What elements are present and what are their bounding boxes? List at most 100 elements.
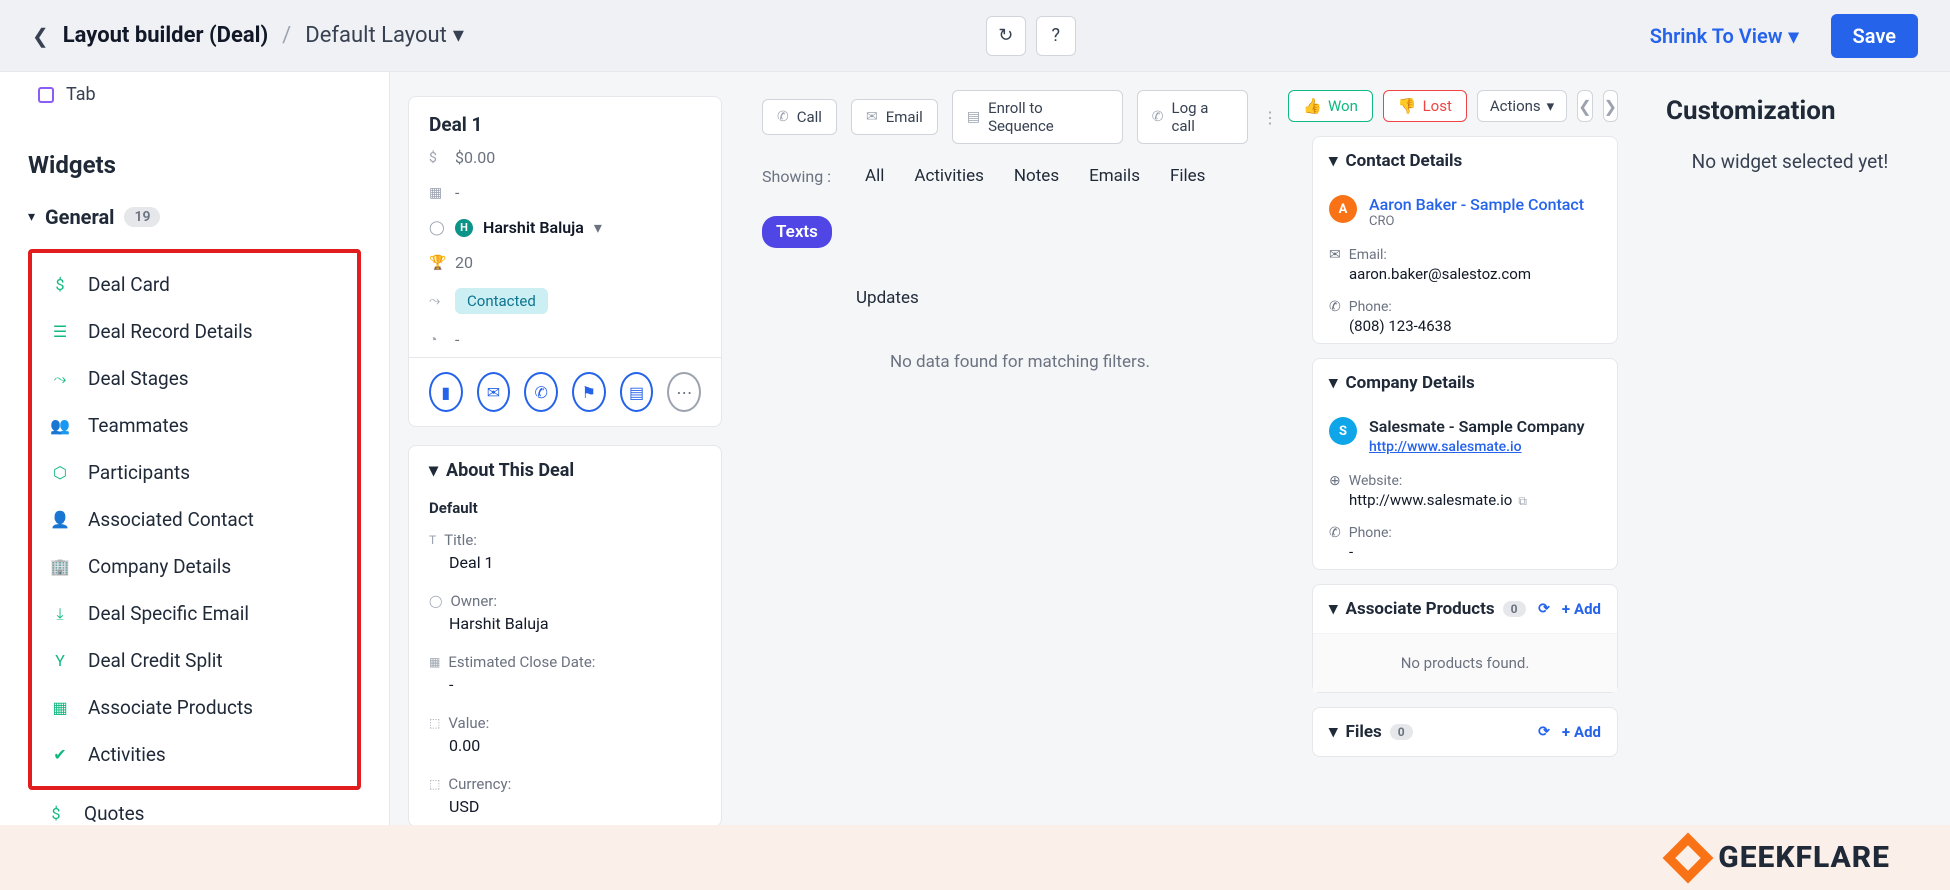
- widget-deal-stages[interactable]: ⤳ Deal Stages: [32, 355, 357, 402]
- widget-deal-record-details[interactable]: ☰Deal Record Details: [32, 308, 357, 355]
- tab-updates[interactable]: Updates: [856, 288, 1278, 308]
- files-heading[interactable]: ▾ Files 0 ⟳ + Add: [1313, 708, 1617, 756]
- customization-panel: Customization No widget selected yet!: [1630, 72, 1950, 825]
- tab-texts[interactable]: Texts: [762, 216, 832, 248]
- refresh-icon[interactable]: ⟳: [1538, 601, 1550, 617]
- enroll-sequence-button[interactable]: ▤Enroll to Sequence: [952, 90, 1123, 144]
- layout-dropdown[interactable]: Default Layout ▾: [305, 23, 464, 48]
- field-value-val[interactable]: 0.00: [449, 736, 701, 755]
- prev-record[interactable]: ❮: [1577, 90, 1592, 122]
- field-value[interactable]: Deal 1: [449, 553, 701, 572]
- company-url[interactable]: http://www.salesmate.io: [1369, 439, 1522, 455]
- actions-dropdown[interactable]: Actions▾: [1477, 90, 1567, 122]
- deal-stage-pill[interactable]: Contacted: [455, 288, 548, 314]
- contact-name[interactable]: Aaron Baker - Sample Contact: [1369, 195, 1584, 214]
- customization-heading: Customization: [1666, 96, 1914, 126]
- outcome-row: 👍Won 👎Lost Actions▾ ❮ ❯: [1312, 90, 1618, 122]
- action-toolbar: ✆Call ✉Email ▤Enroll to Sequence ✆Log a …: [762, 90, 1278, 144]
- back-chevron-icon[interactable]: ❮: [32, 24, 49, 48]
- field-value[interactable]: USD: [449, 797, 701, 816]
- tab-files[interactable]: Files: [1170, 166, 1205, 186]
- field-value[interactable]: -: [449, 675, 701, 694]
- refresh-icon[interactable]: ⟳: [1538, 724, 1550, 740]
- widget-associate-products[interactable]: ▦Associate Products: [32, 684, 357, 731]
- widget-highlight-box: $Deal Card ☰Deal Record Details ⤳ Deal St…: [28, 249, 361, 790]
- call-button[interactable]: ✆Call: [762, 99, 837, 135]
- add-file-link[interactable]: + Add: [1562, 723, 1601, 741]
- tab-notes[interactable]: Notes: [1014, 166, 1059, 186]
- widget-label: Participants: [88, 461, 190, 484]
- widget-participants[interactable]: ⬡Participants: [32, 449, 357, 496]
- help-button[interactable]: ?: [1036, 16, 1076, 56]
- layout-type-tab[interactable]: Tab: [28, 72, 361, 117]
- widget-associated-contact[interactable]: 👤Associated Contact: [32, 496, 357, 543]
- company-phone[interactable]: -: [1349, 543, 1601, 561]
- lost-button[interactable]: 👎Lost: [1383, 90, 1467, 122]
- widget-company-details[interactable]: 🏢Company Details: [32, 543, 357, 590]
- widget-teammates[interactable]: 👥Teammates: [32, 402, 357, 449]
- email-button[interactable]: ✉Email: [851, 99, 938, 135]
- contact-phone[interactable]: (808) 123-4638: [1349, 317, 1601, 335]
- widget-label: Deal Specific Email: [88, 602, 249, 625]
- widget-activities[interactable]: ✔Activities: [32, 731, 357, 778]
- tab-all[interactable]: All: [865, 166, 884, 186]
- add-product-link[interactable]: + Add: [1562, 600, 1601, 618]
- external-link-icon[interactable]: ⧉: [1518, 494, 1527, 508]
- company-website[interactable]: http://www.salesmate.io⧉: [1349, 491, 1601, 509]
- general-group-toggle[interactable]: ▾ General 19: [28, 199, 361, 235]
- mail-icon: ✉: [1329, 247, 1341, 263]
- deal-amount-row: $$0.00: [409, 140, 721, 175]
- widget-deal-credit-split[interactable]: YDeal Credit Split: [32, 637, 357, 684]
- details-column: 👍Won 👎Lost Actions▾ ❮ ❯ ▾Contact Details…: [1300, 72, 1630, 825]
- associate-products-heading[interactable]: ▾ Associate Products 0 ⟳ + Add: [1313, 585, 1617, 633]
- brand-text: GEEKFLARE: [1718, 840, 1890, 875]
- field-label: Website:: [1349, 473, 1403, 489]
- tab-icon: [38, 87, 54, 103]
- stages-icon: ⤳: [50, 369, 70, 389]
- empty-state: No data found for matching filters.: [762, 352, 1278, 372]
- btn-label: Log a call: [1172, 99, 1233, 135]
- log-call-button[interactable]: ✆Log a call: [1137, 90, 1248, 144]
- chevron-down-icon: ▾: [1329, 151, 1338, 171]
- heading-label: Files: [1346, 722, 1382, 742]
- btn-label: Email: [886, 108, 923, 126]
- widgets-heading: Widgets: [28, 151, 361, 179]
- field-label: Title:: [444, 531, 477, 549]
- about-heading[interactable]: ▾About This Deal: [409, 446, 721, 495]
- next-record[interactable]: ❯: [1603, 90, 1618, 122]
- company-name[interactable]: Salesmate - Sample Company: [1369, 417, 1585, 436]
- contact-email[interactable]: aaron.baker@salestoz.com: [1349, 265, 1601, 283]
- company-details-heading[interactable]: ▾Company Details: [1313, 359, 1617, 407]
- widget-deal-card[interactable]: $Deal Card: [32, 261, 357, 308]
- more-toolbar[interactable]: ⋮: [1262, 108, 1278, 127]
- deal-owner: Harshit Baluja: [483, 218, 584, 237]
- more-action[interactable]: ⋯: [667, 372, 701, 412]
- call-action[interactable]: ✆: [524, 372, 558, 412]
- contact-phone-field: ✆Phone: (808) 123-4638: [1313, 291, 1617, 343]
- about-deal-card: ▾About This Deal Default TTitle:Deal 1 ◯…: [408, 445, 722, 827]
- shrink-toggle[interactable]: Shrink To View ▾: [1650, 24, 1799, 48]
- activity-action[interactable]: ⚑: [572, 372, 606, 412]
- chevron-down-icon: ▾: [1329, 722, 1338, 742]
- calendar-icon: ▦: [429, 655, 440, 669]
- widget-label: Deal Stages: [88, 367, 189, 390]
- thumbs-down-icon: 👎: [1398, 97, 1417, 115]
- file-action[interactable]: ▤: [620, 372, 654, 412]
- no-products-msg: No products found.: [1313, 633, 1617, 692]
- deal-age: -: [455, 330, 459, 349]
- refresh-button[interactable]: ↻: [986, 16, 1026, 56]
- inbox-icon: ⤓: [50, 604, 70, 624]
- btn-label: Enroll to Sequence: [988, 99, 1108, 135]
- deal-score: 20: [455, 253, 473, 272]
- note-action[interactable]: ▮: [429, 372, 463, 412]
- email-action[interactable]: ✉: [477, 372, 511, 412]
- won-button[interactable]: 👍Won: [1288, 90, 1373, 122]
- field-value[interactable]: Harshit Baluja: [449, 614, 701, 633]
- tab-activities[interactable]: Activities: [914, 166, 984, 186]
- widget-quotes[interactable]: $Quotes: [28, 790, 361, 825]
- widget-deal-specific-email[interactable]: ⤓ Deal Specific Email: [32, 590, 357, 637]
- save-button[interactable]: Save: [1831, 14, 1918, 58]
- tab-emails[interactable]: Emails: [1089, 166, 1140, 186]
- contact-details-heading[interactable]: ▾Contact Details: [1313, 137, 1617, 185]
- deal-owner-row[interactable]: ◯HHarshit Baluja▾: [409, 210, 721, 245]
